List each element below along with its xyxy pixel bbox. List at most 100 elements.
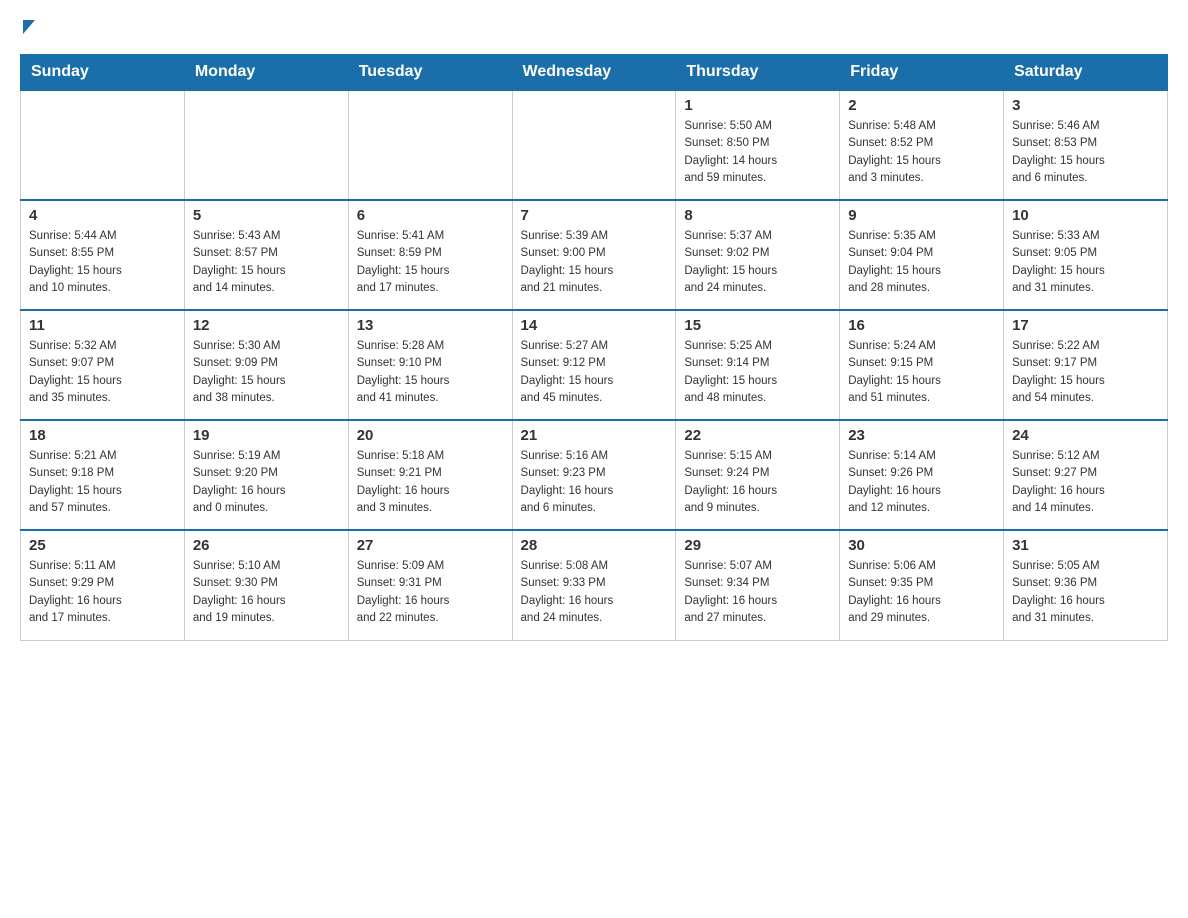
- day-info: Sunrise: 5:27 AM Sunset: 9:12 PM Dayligh…: [521, 338, 668, 407]
- calendar-cell: 7 Sunrise: 5:39 AM Sunset: 9:00 PM Daylig…: [512, 200, 676, 310]
- calendar-cell: 5Sunrise: 5:43 AM Sunset: 8:57 PM Daylig…: [184, 200, 348, 310]
- day-number: 30: [848, 537, 995, 554]
- day-number: 13: [357, 317, 504, 334]
- day-number: 19: [193, 427, 340, 444]
- calendar-cell: 4 Sunrise: 5:44 AM Sunset: 8:55 PM Daylig…: [21, 200, 185, 310]
- day-info: Sunrise: 5:32 AM Sunset: 9:07 PM Dayligh…: [29, 338, 176, 407]
- calendar-cell: 24 Sunrise: 5:12 AM Sunset: 9:27 PM Dayli…: [1004, 420, 1168, 530]
- day-info: Sunrise: 5:24 AM Sunset: 9:15 PM Dayligh…: [848, 338, 995, 407]
- day-number: 25: [29, 537, 176, 554]
- day-info: Sunrise: 5:21 AM Sunset: 9:18 PM Dayligh…: [29, 448, 176, 517]
- day-info: Sunrise: 5:08 AM Sunset: 9:33 PM Dayligh…: [521, 558, 668, 627]
- day-info: Sunrise: 5:22 AM Sunset: 9:17 PM Dayligh…: [1012, 338, 1159, 407]
- day-number: 8: [684, 207, 831, 224]
- day-info: Sunrise: 5:44 AM Sunset: 8:55 PM Dayligh…: [29, 228, 176, 297]
- calendar-cell: 27 Sunrise: 5:09 AM Sunset: 9:31 PM Dayli…: [348, 530, 512, 640]
- logo-triangle-icon: [23, 20, 35, 34]
- day-info: Sunrise: 5:30 AM Sunset: 9:09 PM Dayligh…: [193, 338, 340, 407]
- day-number: 28: [521, 537, 668, 554]
- day-info: Sunrise: 5:35 AM Sunset: 9:04 PM Dayligh…: [848, 228, 995, 297]
- day-number: 7: [521, 207, 668, 224]
- calendar-cell: 13 Sunrise: 5:28 AM Sunset: 9:10 PM Dayli…: [348, 310, 512, 420]
- day-info: Sunrise: 5:33 AM Sunset: 9:05 PM Dayligh…: [1012, 228, 1159, 297]
- calendar-body: 1 Sunrise: 5:50 AM Sunset: 8:50 PM Daylig…: [21, 90, 1168, 640]
- calendar-cell: 21 Sunrise: 5:16 AM Sunset: 9:23 PM Dayli…: [512, 420, 676, 530]
- calendar-cell: [348, 90, 512, 200]
- calendar-cell: 12Sunrise: 5:30 AM Sunset: 9:09 PM Dayli…: [184, 310, 348, 420]
- weekday-header-thursday: Thursday: [676, 55, 840, 91]
- day-number: 11: [29, 317, 176, 334]
- calendar-cell: [512, 90, 676, 200]
- day-info: Sunrise: 5:41 AM Sunset: 8:59 PM Dayligh…: [357, 228, 504, 297]
- calendar-cell: 23 Sunrise: 5:14 AM Sunset: 9:26 PM Dayli…: [840, 420, 1004, 530]
- calendar-cell: 15Sunrise: 5:25 AM Sunset: 9:14 PM Dayli…: [676, 310, 840, 420]
- calendar-cell: 22Sunrise: 5:15 AM Sunset: 9:24 PM Dayli…: [676, 420, 840, 530]
- day-number: 27: [357, 537, 504, 554]
- calendar-cell: 17 Sunrise: 5:22 AM Sunset: 9:17 PM Dayli…: [1004, 310, 1168, 420]
- calendar-cell: 2 Sunrise: 5:48 AM Sunset: 8:52 PM Daylig…: [840, 90, 1004, 200]
- day-number: 23: [848, 427, 995, 444]
- day-info: Sunrise: 5:05 AM Sunset: 9:36 PM Dayligh…: [1012, 558, 1159, 627]
- calendar-cell: 20 Sunrise: 5:18 AM Sunset: 9:21 PM Dayli…: [348, 420, 512, 530]
- calendar-week-row: 18 Sunrise: 5:21 AM Sunset: 9:18 PM Dayli…: [21, 420, 1168, 530]
- calendar-week-row: 4 Sunrise: 5:44 AM Sunset: 8:55 PM Daylig…: [21, 200, 1168, 310]
- calendar-week-row: 25Sunrise: 5:11 AM Sunset: 9:29 PM Dayli…: [21, 530, 1168, 640]
- weekday-header-friday: Friday: [840, 55, 1004, 91]
- day-number: 24: [1012, 427, 1159, 444]
- weekday-header-saturday: Saturday: [1004, 55, 1168, 91]
- day-number: 2: [848, 97, 995, 114]
- page-header: [20, 20, 1168, 34]
- day-number: 16: [848, 317, 995, 334]
- logo: [20, 20, 35, 34]
- weekday-header-row: SundayMondayTuesdayWednesdayThursdayFrid…: [21, 55, 1168, 91]
- day-info: Sunrise: 5:28 AM Sunset: 9:10 PM Dayligh…: [357, 338, 504, 407]
- calendar-table: SundayMondayTuesdayWednesdayThursdayFrid…: [20, 54, 1168, 641]
- calendar-cell: 25Sunrise: 5:11 AM Sunset: 9:29 PM Dayli…: [21, 530, 185, 640]
- day-info: Sunrise: 5:15 AM Sunset: 9:24 PM Dayligh…: [684, 448, 831, 517]
- day-info: Sunrise: 5:10 AM Sunset: 9:30 PM Dayligh…: [193, 558, 340, 627]
- calendar-cell: 29Sunrise: 5:07 AM Sunset: 9:34 PM Dayli…: [676, 530, 840, 640]
- calendar-cell: 16 Sunrise: 5:24 AM Sunset: 9:15 PM Dayli…: [840, 310, 1004, 420]
- day-info: Sunrise: 5:14 AM Sunset: 9:26 PM Dayligh…: [848, 448, 995, 517]
- day-info: Sunrise: 5:43 AM Sunset: 8:57 PM Dayligh…: [193, 228, 340, 297]
- calendar-cell: 30 Sunrise: 5:06 AM Sunset: 9:35 PM Dayli…: [840, 530, 1004, 640]
- calendar-cell: 3Sunrise: 5:46 AM Sunset: 8:53 PM Daylig…: [1004, 90, 1168, 200]
- day-number: 18: [29, 427, 176, 444]
- day-number: 4: [29, 207, 176, 224]
- day-info: Sunrise: 5:12 AM Sunset: 9:27 PM Dayligh…: [1012, 448, 1159, 517]
- calendar-cell: 28 Sunrise: 5:08 AM Sunset: 9:33 PM Dayli…: [512, 530, 676, 640]
- calendar-cell: 1 Sunrise: 5:50 AM Sunset: 8:50 PM Daylig…: [676, 90, 840, 200]
- day-info: Sunrise: 5:50 AM Sunset: 8:50 PM Dayligh…: [684, 118, 831, 187]
- calendar-cell: [21, 90, 185, 200]
- calendar-cell: 26 Sunrise: 5:10 AM Sunset: 9:30 PM Dayli…: [184, 530, 348, 640]
- day-number: 20: [357, 427, 504, 444]
- calendar-header: SundayMondayTuesdayWednesdayThursdayFrid…: [21, 55, 1168, 91]
- calendar-week-row: 11 Sunrise: 5:32 AM Sunset: 9:07 PM Dayli…: [21, 310, 1168, 420]
- day-number: 17: [1012, 317, 1159, 334]
- day-number: 10: [1012, 207, 1159, 224]
- day-number: 1: [684, 97, 831, 114]
- weekday-header-tuesday: Tuesday: [348, 55, 512, 91]
- weekday-header-monday: Monday: [184, 55, 348, 91]
- day-info: Sunrise: 5:16 AM Sunset: 9:23 PM Dayligh…: [521, 448, 668, 517]
- logo-general: [20, 20, 35, 34]
- day-info: Sunrise: 5:18 AM Sunset: 9:21 PM Dayligh…: [357, 448, 504, 517]
- day-info: Sunrise: 5:46 AM Sunset: 8:53 PM Dayligh…: [1012, 118, 1159, 187]
- day-info: Sunrise: 5:07 AM Sunset: 9:34 PM Dayligh…: [684, 558, 831, 627]
- calendar-cell: 14Sunrise: 5:27 AM Sunset: 9:12 PM Dayli…: [512, 310, 676, 420]
- day-info: Sunrise: 5:09 AM Sunset: 9:31 PM Dayligh…: [357, 558, 504, 627]
- day-info: Sunrise: 5:37 AM Sunset: 9:02 PM Dayligh…: [684, 228, 831, 297]
- day-info: Sunrise: 5:48 AM Sunset: 8:52 PM Dayligh…: [848, 118, 995, 187]
- weekday-header-wednesday: Wednesday: [512, 55, 676, 91]
- weekday-header-sunday: Sunday: [21, 55, 185, 91]
- calendar-cell: 18 Sunrise: 5:21 AM Sunset: 9:18 PM Dayli…: [21, 420, 185, 530]
- day-number: 31: [1012, 537, 1159, 554]
- day-number: 6: [357, 207, 504, 224]
- day-info: Sunrise: 5:06 AM Sunset: 9:35 PM Dayligh…: [848, 558, 995, 627]
- day-info: Sunrise: 5:19 AM Sunset: 9:20 PM Dayligh…: [193, 448, 340, 517]
- day-number: 26: [193, 537, 340, 554]
- calendar-cell: 10 Sunrise: 5:33 AM Sunset: 9:05 PM Dayli…: [1004, 200, 1168, 310]
- day-info: Sunrise: 5:25 AM Sunset: 9:14 PM Dayligh…: [684, 338, 831, 407]
- day-info: Sunrise: 5:39 AM Sunset: 9:00 PM Dayligh…: [521, 228, 668, 297]
- day-number: 21: [521, 427, 668, 444]
